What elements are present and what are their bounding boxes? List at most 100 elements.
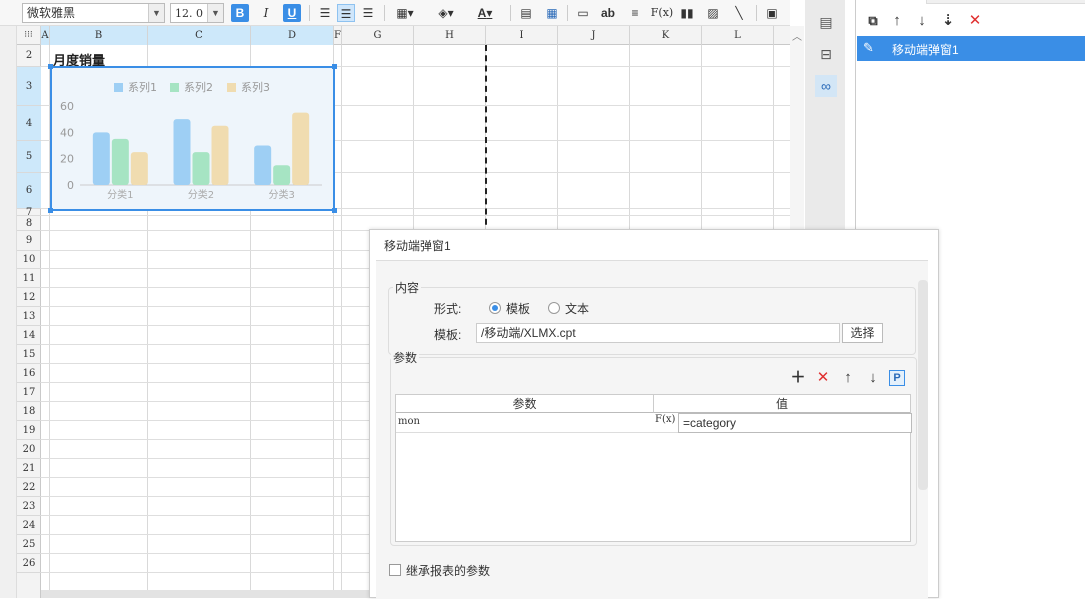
column-header[interactable]: L — [702, 26, 774, 45]
column-header[interactable]: C — [148, 26, 251, 45]
hyperlink-list-item[interactable]: ✎ 移动端弹窗1 — [857, 36, 1085, 61]
widget-settings-icon[interactable]: ⊟ — [815, 43, 837, 65]
radio-text[interactable] — [548, 302, 560, 314]
legend-swatch — [170, 83, 179, 92]
params-section: 参数 ＋ ✕ ↑ ↓ P 参数 值 mon F(x) =category — [390, 349, 917, 546]
merge-cells-icon[interactable]: ▤ — [517, 4, 535, 22]
choose-button[interactable]: 选择 — [842, 323, 883, 343]
row-header[interactable]: 5 — [17, 141, 41, 173]
column-header[interactable]: G — [342, 26, 414, 45]
row-header[interactable]: 18 — [17, 402, 41, 421]
grid-vertical-scrollbar[interactable]: ︿ — [790, 26, 804, 230]
border-icon[interactable]: ▦▾ — [391, 4, 419, 22]
align-right-icon[interactable]: ☰ — [359, 4, 377, 22]
row-header[interactable]: 26 — [17, 554, 41, 573]
cell-attribute-icon[interactable]: ▤ — [815, 11, 837, 33]
param-value-input[interactable]: =category — [678, 413, 912, 433]
textbox-icon[interactable]: ▭ — [574, 4, 592, 22]
y-tick-label: 60 — [60, 100, 74, 113]
column-header[interactable]: B — [50, 26, 148, 45]
row-header[interactable]: 17 — [17, 383, 41, 402]
table-icon[interactable]: ▦ — [543, 4, 561, 22]
slash-icon[interactable]: ╲ — [730, 4, 748, 22]
param-name-cell[interactable]: mon — [398, 416, 420, 427]
row-header[interactable]: 23 — [17, 497, 41, 516]
font-size-value: 12. 0 — [175, 7, 203, 20]
param-up-icon[interactable]: ↑ — [839, 369, 857, 387]
resize-handle[interactable] — [332, 64, 337, 69]
add-param-icon[interactable]: ＋ — [789, 369, 807, 387]
row-header[interactable]: 13 — [17, 307, 41, 326]
row-header[interactable]: 11 — [17, 269, 41, 288]
row-header[interactable]: 16 — [17, 364, 41, 383]
dialog-scrollbar[interactable] — [918, 280, 928, 490]
resize-handle[interactable] — [332, 208, 337, 213]
row-header[interactable]: 4 — [17, 106, 41, 141]
italic-button[interactable]: I — [257, 4, 275, 22]
column-header[interactable]: K — [630, 26, 702, 45]
underline-button[interactable]: U — [283, 4, 301, 22]
formula-icon[interactable]: F(x) — [650, 4, 674, 22]
hyperlink-icon[interactable]: ∞ — [815, 75, 837, 97]
radio-template[interactable] — [489, 302, 501, 314]
move-bottom-icon[interactable]: ⇣ — [939, 12, 957, 30]
table-row[interactable]: mon F(x) =category — [396, 413, 912, 433]
add-icon[interactable]: ⧉ — [864, 12, 882, 30]
font-size-select[interactable]: 12. 0 ▼ — [170, 3, 224, 23]
row-header[interactable]: 19 — [17, 421, 41, 440]
row-header[interactable]: 24 — [17, 516, 41, 535]
column-header[interactable]: I — [486, 26, 558, 45]
parameter-icon[interactable]: P — [889, 370, 905, 386]
paragraph-icon[interactable]: ≡ — [626, 4, 644, 22]
column-header[interactable]: D — [251, 26, 334, 45]
formula-icon[interactable]: F(x) — [655, 414, 675, 425]
chart-widget[interactable]: 系列1 系列2 系列3 60 40 20 0 分类1 分类2 分类3 — [48, 64, 337, 213]
params-legend: 参数 — [391, 349, 420, 366]
inherit-params-checkbox[interactable] — [389, 564, 401, 576]
row-header[interactable]: 14 — [17, 326, 41, 345]
subreport-icon[interactable]: ▣ — [763, 4, 781, 22]
row-header[interactable]: 10 — [17, 251, 41, 269]
bold-button[interactable]: B — [231, 4, 249, 22]
row-header[interactable]: 7 — [17, 208, 41, 218]
row-header[interactable]: 8 — [17, 216, 41, 231]
select-all-icon[interactable]: ⁝⁝⁝ — [17, 26, 41, 45]
resize-handle[interactable] — [48, 64, 53, 69]
resize-handle[interactable] — [48, 208, 53, 213]
align-center-icon[interactable]: ☰ — [337, 4, 355, 22]
row-header[interactable]: 12 — [17, 288, 41, 307]
font-name-select[interactable]: 微软雅黑 ▼ — [22, 3, 165, 23]
chevron-up-icon[interactable]: ︿ — [792, 28, 802, 43]
legend-swatch — [227, 83, 236, 92]
row-header[interactable]: 6 — [17, 173, 41, 209]
row-header[interactable]: 15 — [17, 345, 41, 364]
abc-icon[interactable]: ab — [599, 4, 617, 22]
bar-chart-icon[interactable]: ▮▮ — [678, 4, 696, 22]
template-path-input[interactable]: /移动端/XLMX.cpt — [476, 323, 840, 343]
dialog-title: 移动端弹窗1 — [384, 239, 451, 253]
row-header[interactable]: 2 — [17, 45, 41, 67]
column-header[interactable]: F — [334, 26, 342, 45]
align-left-icon[interactable]: ☰ — [316, 4, 334, 22]
image-icon[interactable]: ▨ — [704, 4, 722, 22]
grid-horizontal-scrollbar[interactable] — [41, 590, 369, 598]
bar-chart: 系列1 系列2 系列3 60 40 20 0 分类1 分类2 分类3 — [60, 80, 322, 201]
text-color-icon[interactable]: A▾ — [470, 4, 500, 22]
delete-icon[interactable]: ✕ — [966, 12, 984, 30]
fill-color-icon[interactable]: ◈▾ — [432, 4, 460, 22]
legend-label: 系列1 — [128, 80, 157, 94]
row-header[interactable]: 9 — [17, 231, 41, 251]
row-header[interactable]: 3 — [17, 67, 41, 106]
column-header[interactable]: A — [41, 26, 50, 45]
row-header[interactable]: 21 — [17, 459, 41, 478]
param-down-icon[interactable]: ↓ — [864, 369, 882, 387]
delete-param-icon[interactable]: ✕ — [814, 369, 832, 387]
row-header[interactable]: 25 — [17, 535, 41, 554]
legend-label: 系列2 — [184, 80, 213, 94]
row-header[interactable]: 22 — [17, 478, 41, 497]
move-up-icon[interactable]: ↑ — [888, 12, 906, 30]
move-down-icon[interactable]: ↓ — [913, 12, 931, 30]
row-header[interactable]: 20 — [17, 440, 41, 459]
column-header[interactable]: H — [414, 26, 486, 45]
column-header[interactable]: J — [558, 26, 630, 45]
